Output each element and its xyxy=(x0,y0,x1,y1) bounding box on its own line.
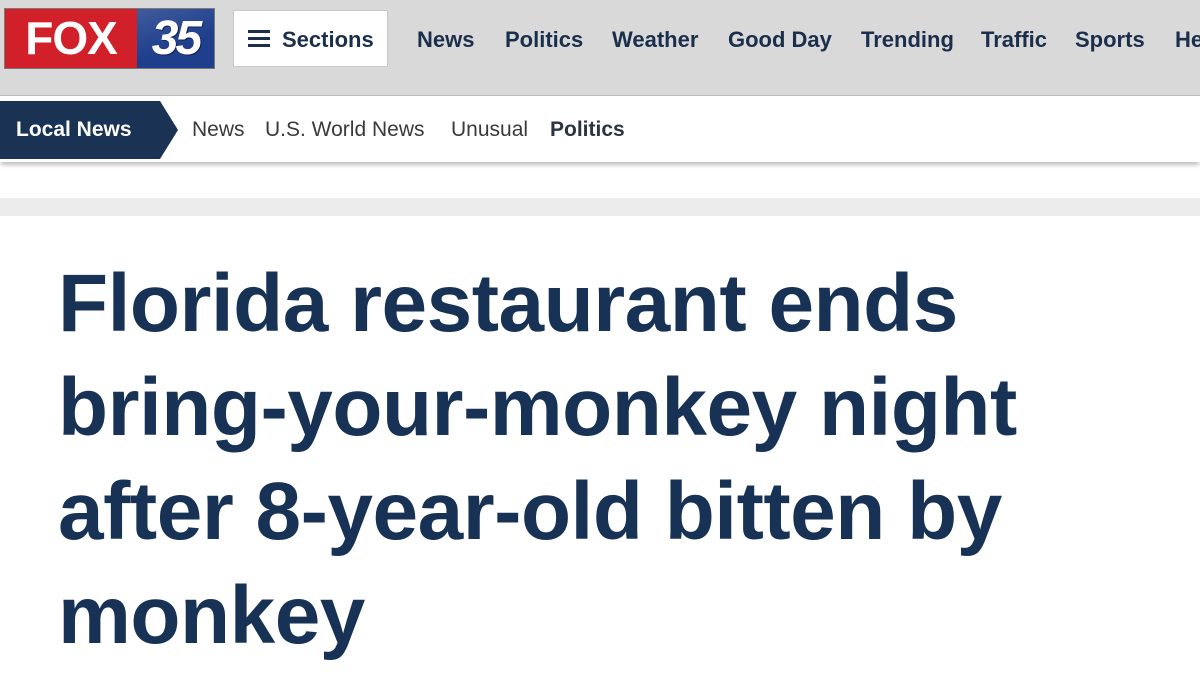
nav-item-sports[interactable]: Sports xyxy=(1075,0,1145,80)
sections-button[interactable]: Sections xyxy=(233,10,388,67)
hamburger-icon xyxy=(248,30,270,48)
nav-item-politics[interactable]: Politics xyxy=(505,0,583,80)
nav-item-good-day[interactable]: Good Day xyxy=(728,0,832,80)
nav-item-weather[interactable]: Weather xyxy=(612,0,698,80)
site-header: FOX 35 Sections News Politics Weather Go… xyxy=(0,0,1200,96)
subnav-item-unusual[interactable]: Unusual xyxy=(451,101,528,159)
nav-item-news[interactable]: News xyxy=(417,0,474,80)
logo-fox-word: FOX xyxy=(5,9,137,68)
nav-item-traffic[interactable]: Traffic xyxy=(981,0,1047,80)
subnav-item-politics[interactable]: Politics xyxy=(550,101,625,159)
section-subnav: Local News News U.S. World News Unusual … xyxy=(0,96,1200,162)
subnav-item-us-world-news[interactable]: U.S. World News xyxy=(265,101,424,159)
subnav-item-news[interactable]: News xyxy=(192,101,245,159)
nav-item-trending[interactable]: Trending xyxy=(861,0,954,80)
sections-label: Sections xyxy=(282,27,374,52)
subnav-title-label: Local News xyxy=(16,118,132,141)
content-divider-band xyxy=(0,198,1200,216)
article-headline: Florida restaurant ends bring-your-monke… xyxy=(58,258,1017,661)
fox35-logo[interactable]: FOX 35 xyxy=(5,9,214,68)
logo-channel-number: 35 xyxy=(137,9,214,68)
subnav-title-tab[interactable]: Local News xyxy=(0,101,178,159)
nav-item-health[interactable]: He xyxy=(1175,0,1200,80)
